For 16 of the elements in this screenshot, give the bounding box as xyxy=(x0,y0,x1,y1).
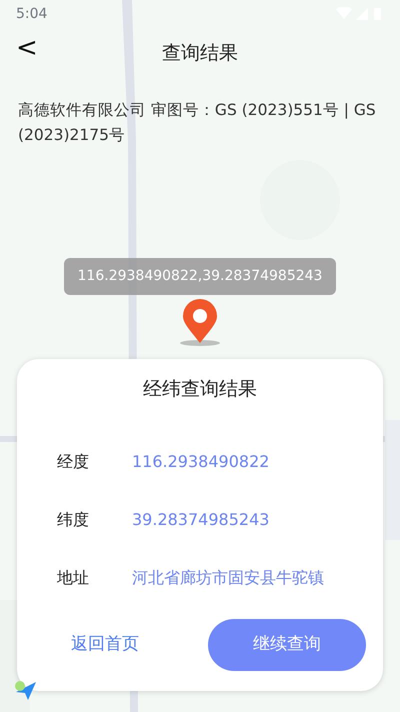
card-title: 经纬查询结果 xyxy=(142,376,258,402)
continue-button[interactable]: 继续查询 xyxy=(208,619,366,672)
field-label: 纬度 xyxy=(57,509,90,532)
location-pin-icon xyxy=(177,298,223,347)
map-logo-icon xyxy=(14,680,38,702)
coordinate-tooltip: 116.2938490822,39.28374985243 xyxy=(64,258,336,295)
map-attribution: 高德软件有限公司 审图号：GS (2023)551号 | GS (2023)2175号 xyxy=(17,100,377,146)
home-button[interactable]: 返回首页 xyxy=(57,624,153,666)
field-value: 116.2938490822 xyxy=(132,451,270,474)
field-value: 39.28374985243 xyxy=(132,509,270,532)
field-label: 地址 xyxy=(57,567,90,590)
status-time: 5:04 xyxy=(16,4,48,24)
field-label: 经度 xyxy=(57,451,90,474)
back-button[interactable]: < xyxy=(10,34,44,62)
page-title: 查询结果 xyxy=(162,40,238,66)
field-value: 河北省廊坊市固安县牛驼镇 xyxy=(132,567,324,590)
